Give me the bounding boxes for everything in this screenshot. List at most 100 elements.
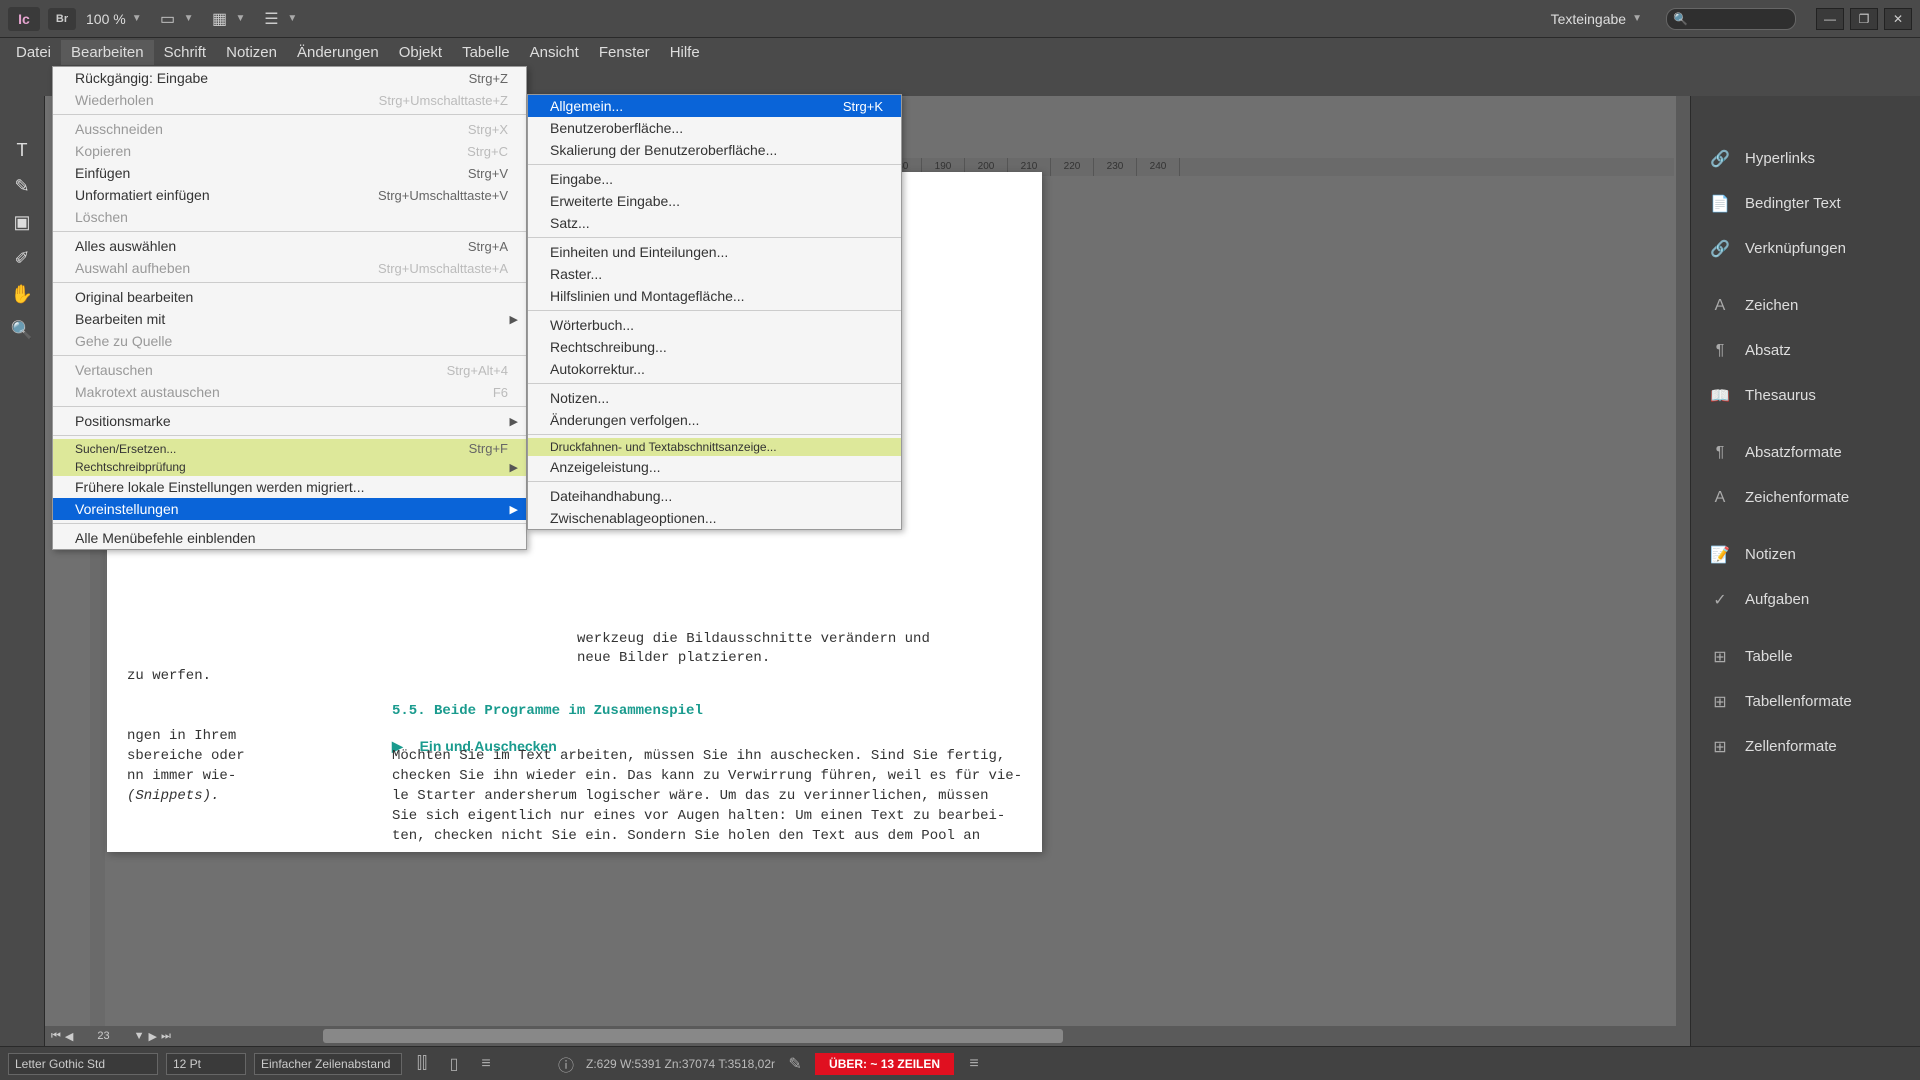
menu-item[interactable]: Zwischenablageoptionen... xyxy=(528,507,901,529)
menu-item[interactable]: Druckfahnen- und Textabschnittsanzeige..… xyxy=(528,438,901,456)
menu-item-label: Allgemein... xyxy=(550,98,623,114)
overset-warning[interactable]: ÜBER: ~ 13 ZEILEN xyxy=(815,1053,954,1075)
page-num-field[interactable]: 23 xyxy=(77,1030,129,1042)
eyedropper-tool-icon[interactable]: ✐ xyxy=(7,244,37,272)
panel-zeichen[interactable]: AZeichen xyxy=(1691,283,1920,328)
panel-zeichenformate[interactable]: AZeichenformate xyxy=(1691,475,1920,520)
menu-bearbeiten[interactable]: Bearbeiten xyxy=(61,40,154,65)
menu-item[interactable]: Rechtschreibprüfung▶ xyxy=(53,458,526,476)
menu-item[interactable]: Autokorrektur... xyxy=(528,358,901,380)
workspace-label[interactable]: Texteingabe xyxy=(1551,11,1627,27)
menu-item[interactable]: Änderungen verfolgen... xyxy=(528,409,901,431)
menu-item[interactable]: Alle Menübefehle einblenden xyxy=(53,527,526,549)
menu-item[interactable]: EinfügenStrg+V xyxy=(53,162,526,184)
horizontal-scrollbar[interactable] xyxy=(305,1026,1690,1046)
menu-icon[interactable]: ≡ xyxy=(962,1053,986,1075)
tracking-icon[interactable]: ✎ xyxy=(783,1053,807,1075)
chevron-down-icon[interactable]: ▼ xyxy=(132,13,142,24)
chevron-down-icon[interactable]: ▼ xyxy=(236,13,246,24)
panel-thesaurus[interactable]: 📖Thesaurus xyxy=(1691,373,1920,418)
menu-item[interactable]: Bearbeiten mit▶ xyxy=(53,308,526,330)
menu-item[interactable]: Raster... xyxy=(528,263,901,285)
menu-shortcut: Strg+X xyxy=(468,122,508,137)
panel-absatzformate[interactable]: ¶Absatzformate xyxy=(1691,430,1920,475)
panel-absatz[interactable]: ¶Absatz xyxy=(1691,328,1920,373)
font-family-select[interactable]: Letter Gothic Std xyxy=(8,1053,158,1075)
font-size-select[interactable]: 12 Pt xyxy=(166,1053,246,1075)
menu-schrift[interactable]: Schrift xyxy=(154,40,217,65)
zoom-tool-icon[interactable]: 🔍 xyxy=(7,316,37,344)
arrange-icon[interactable]: ▦ xyxy=(208,8,232,30)
menu-icon[interactable]: ≡ xyxy=(474,1053,498,1075)
view-options-icon[interactable]: ☰ xyxy=(259,8,283,30)
menu-item[interactable]: Anzeigeleistung... xyxy=(528,456,901,478)
menu-item[interactable]: Hilfslinien und Montagefläche... xyxy=(528,285,901,307)
panel-notizen[interactable]: 📝Notizen xyxy=(1691,532,1920,577)
menu-ansicht[interactable]: Ansicht xyxy=(520,40,589,65)
menu-item[interactable]: Rückgängig: EingabeStrg+Z xyxy=(53,67,526,89)
page-navigator[interactable]: ⏮ ◀ 23 ▼ ▶ ⏭ xyxy=(45,1026,305,1046)
frame-icon[interactable]: ▯ xyxy=(442,1053,466,1075)
menu-shortcut: Strg+K xyxy=(843,99,883,114)
menu-item[interactable]: Allgemein... Strg+K xyxy=(528,95,901,117)
menu-item[interactable]: Wörterbuch... xyxy=(528,314,901,336)
body-text: ngen in Ihrem xyxy=(127,727,236,747)
panel-icon: ⊞ xyxy=(1709,736,1731,758)
menu-item[interactable]: Dateihandhabung... xyxy=(528,485,901,507)
zoom-level[interactable]: 100 % xyxy=(86,11,126,27)
menu-item[interactable]: Positionsmarke▶ xyxy=(53,410,526,432)
menu-datei[interactable]: Datei xyxy=(6,40,61,65)
maximize-button[interactable]: ❐ xyxy=(1850,8,1878,30)
menu-item[interactable]: Erweiterte Eingabe... xyxy=(528,190,901,212)
menu-item[interactable]: Benutzeroberfläche... xyxy=(528,117,901,139)
minimize-button[interactable]: — xyxy=(1816,8,1844,30)
chevron-down-icon[interactable]: ▼ xyxy=(184,13,194,24)
bridge-icon[interactable]: Br xyxy=(48,8,76,30)
note-tool-icon[interactable]: ✎ xyxy=(7,172,37,200)
panel-zellenformate[interactable]: ⊞Zellenformate xyxy=(1691,724,1920,769)
vertical-scrollbar[interactable] xyxy=(1676,96,1690,1026)
menu-item[interactable]: Skalierung der Benutzeroberfläche... xyxy=(528,139,901,161)
leading-select[interactable]: Einfacher Zeilenabstand xyxy=(254,1053,402,1075)
columns-icon[interactable]: ⫿⫿ xyxy=(410,1053,434,1075)
menu-item[interactable]: Original bearbeiten xyxy=(53,286,526,308)
panel-icon: 🔗 xyxy=(1709,238,1731,260)
menu-item[interactable]: Einheiten und Einteilungen... xyxy=(528,241,901,263)
panel-icon: 📖 xyxy=(1709,385,1731,407)
panel-hyperlinks[interactable]: 🔗Hyperlinks xyxy=(1691,136,1920,181)
menu-item: Auswahl aufhebenStrg+Umschalttaste+A xyxy=(53,257,526,279)
close-button[interactable]: ✕ xyxy=(1884,8,1912,30)
menu-item[interactable]: Suchen/Ersetzen...Strg+F xyxy=(53,439,526,458)
panel-verknüpfungen[interactable]: 🔗Verknüpfungen xyxy=(1691,226,1920,271)
panel-tabellenformate[interactable]: ⊞Tabellenformate xyxy=(1691,679,1920,724)
screen-mode-icon[interactable]: ▭ xyxy=(156,8,180,30)
menu-item[interactable]: Rechtschreibung... xyxy=(528,336,901,358)
menu-fenster[interactable]: Fenster xyxy=(589,40,660,65)
menu-aenderungen[interactable]: Änderungen xyxy=(287,40,389,65)
position-tool-icon[interactable]: ▣ xyxy=(7,208,37,236)
menu-item[interactable]: Satz... xyxy=(528,212,901,234)
menu-hilfe[interactable]: Hilfe xyxy=(660,40,710,65)
menu-item[interactable]: Eingabe... xyxy=(528,168,901,190)
last-page-icon[interactable]: ⏭ xyxy=(161,1030,171,1043)
menu-item[interactable]: Alles auswählenStrg+A xyxy=(53,235,526,257)
hand-tool-icon[interactable]: ✋ xyxy=(7,280,37,308)
panel-aufgaben[interactable]: ✓Aufgaben xyxy=(1691,577,1920,622)
panel-bedingter text[interactable]: 📄Bedingter Text xyxy=(1691,181,1920,226)
next-page-icon[interactable]: ▶ xyxy=(149,1030,157,1043)
search-input[interactable]: 🔍 xyxy=(1666,8,1796,30)
type-tool-icon[interactable]: T xyxy=(7,136,37,164)
prev-page-icon[interactable]: ◀ xyxy=(65,1030,73,1043)
menu-item[interactable]: Voreinstellungen▶ xyxy=(53,498,526,520)
chevron-down-icon[interactable]: ▼ xyxy=(287,13,297,24)
chevron-down-icon[interactable]: ▼ xyxy=(134,1030,145,1042)
menu-item[interactable]: Notizen... xyxy=(528,387,901,409)
menu-tabelle[interactable]: Tabelle xyxy=(452,40,520,65)
panel-tabelle[interactable]: ⊞Tabelle xyxy=(1691,634,1920,679)
chevron-down-icon[interactable]: ▼ xyxy=(1632,13,1642,24)
menu-objekt[interactable]: Objekt xyxy=(389,40,452,65)
menu-item[interactable]: Frühere lokale Einstellungen werden migr… xyxy=(53,476,526,498)
first-page-icon[interactable]: ⏮ xyxy=(51,1030,61,1043)
menu-item[interactable]: Unformatiert einfügenStrg+Umschalttaste+… xyxy=(53,184,526,206)
menu-notizen[interactable]: Notizen xyxy=(216,40,287,65)
